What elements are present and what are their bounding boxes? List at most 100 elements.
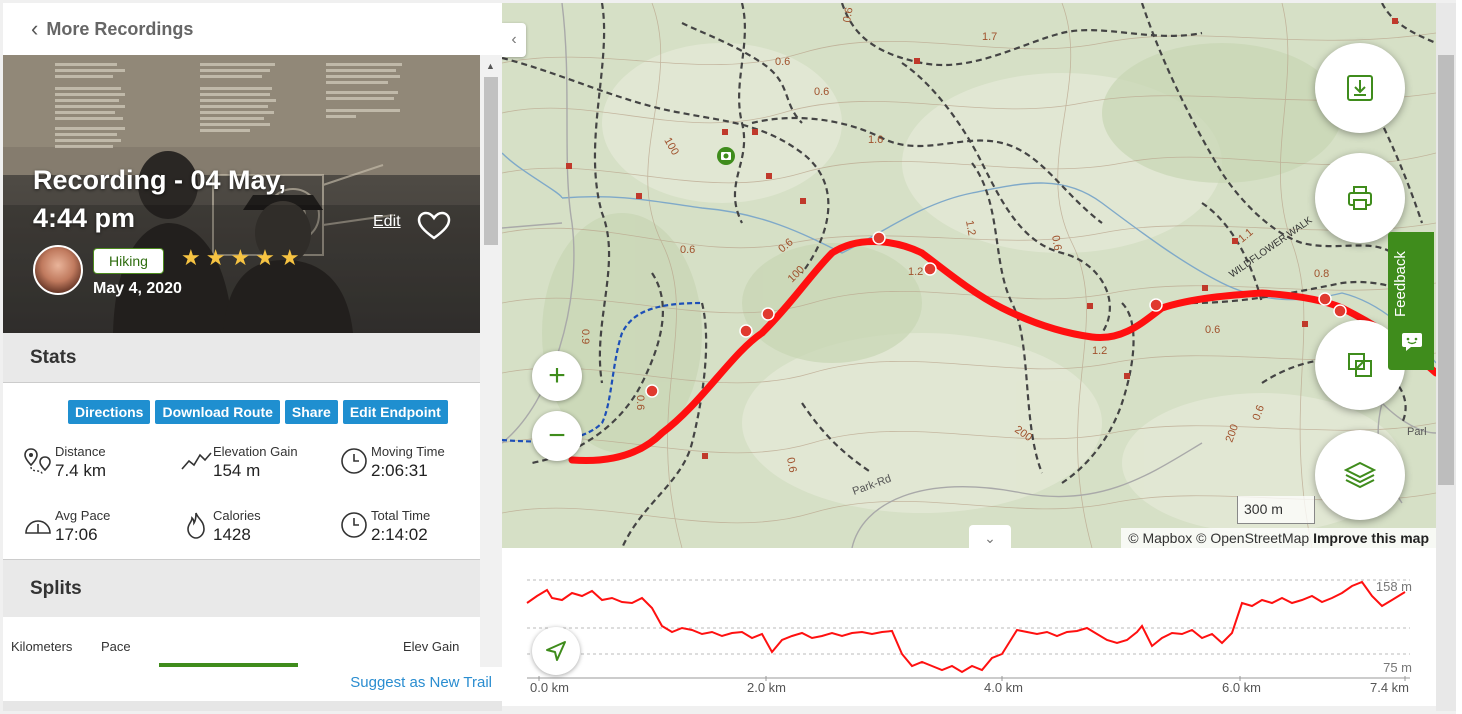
elevation-profile[interactable]: 158 m 75 m 0.0 km 2.0 km 4.0 km 6.0 km 7…: [502, 548, 1436, 706]
stat-value: 7.4 km: [55, 461, 107, 480]
panel-bottom-strip: [3, 701, 502, 711]
distance-tick: 6.0 km: [1222, 680, 1262, 695]
map-label: 0.6: [775, 56, 790, 68]
elevation-icon: [179, 444, 213, 478]
suggest-new-trail-link[interactable]: Suggest as New Trail: [350, 674, 492, 691]
stat-label: Moving Time: [371, 444, 445, 459]
share-button[interactable]: Share: [284, 400, 338, 424]
scrollbar-thumb[interactable]: [484, 77, 498, 245]
smiley-chat-icon: [1402, 333, 1422, 351]
zoom-in-button[interactable]: +: [532, 351, 582, 401]
stat-value: 2:06:31: [371, 461, 428, 480]
splits-columns: Kilometers Pace Elev Gain: [3, 635, 480, 669]
activity-badge: Hiking: [93, 248, 164, 274]
panel-scrollbar[interactable]: ▲: [480, 55, 502, 667]
elevation-max-label: 158 m: [1375, 579, 1412, 594]
map-label: 1.2: [908, 266, 923, 278]
layers-icon: [1344, 461, 1376, 489]
stat-moving-time: Moving Time 2:06:31: [337, 444, 445, 481]
map-label: 0.6: [680, 244, 695, 256]
attribution-text[interactable]: © Mapbox © OpenStreetMap: [1128, 530, 1309, 546]
flame-icon: [179, 508, 213, 542]
printer-icon: [1348, 186, 1372, 210]
column-pace[interactable]: Pace: [101, 639, 131, 654]
map-label: 0.6: [1205, 324, 1220, 336]
stat-value: 154 m: [213, 461, 261, 480]
recording-title: Recording - 04 May, 4:44 pm: [33, 165, 287, 233]
stats-heading: Stats: [3, 333, 480, 383]
map-label: 1.7: [982, 31, 997, 43]
print-map-button[interactable]: [1315, 153, 1405, 243]
elevation-line: [526, 580, 1406, 674]
more-recordings-link[interactable]: More Recordings: [46, 19, 193, 40]
map-label: Parl: [1407, 426, 1427, 438]
navigation-arrow-icon: [546, 641, 566, 661]
elevation-chart[interactable]: [502, 548, 1436, 706]
chevron-left-icon: ‹: [511, 31, 517, 48]
download-route-button[interactable]: Download Route: [155, 400, 280, 424]
collapse-elevation-button[interactable]: ⌄: [969, 525, 1011, 548]
page-scrollbar[interactable]: [1436, 3, 1456, 711]
stat-distance: Distance 7.4 km: [21, 444, 106, 481]
minus-icon: −: [548, 419, 566, 452]
clock-icon: [337, 444, 371, 478]
chevron-down-icon: ⌄: [984, 529, 996, 546]
locate-button[interactable]: [532, 627, 580, 675]
download-map-button[interactable]: [1315, 43, 1405, 133]
heart-icon[interactable]: [417, 211, 451, 241]
recording-hero: Recording - 04 May, 4:44 pm Edit Hiking …: [3, 55, 480, 333]
stat-label: Total Time: [371, 508, 431, 523]
distance-icon: [21, 444, 55, 478]
map-view[interactable]: 0.6 1.7 0.6 0.6 100 1.6 1.2 1.2 0.6 0.6 …: [502, 3, 1436, 548]
map-scale: 300 m: [1237, 496, 1315, 524]
map-label: 0.6: [814, 86, 829, 98]
distance-tick: 4.0 km: [984, 680, 1024, 695]
scroll-up-arrow-icon[interactable]: ▲: [486, 61, 495, 71]
collapse-panel-button[interactable]: ‹: [502, 23, 526, 57]
distance-tick: 2.0 km: [747, 680, 787, 695]
map-label: 0.6: [634, 395, 646, 410]
stat-label: Avg Pace: [55, 508, 111, 523]
edit-endpoint-button[interactable]: Edit Endpoint: [342, 400, 448, 424]
directions-button[interactable]: Directions: [68, 400, 151, 424]
recording-panel: ‹ More Recordings Recording - 04 May, 4:…: [3, 3, 502, 711]
overlay-squares-icon: [1348, 353, 1372, 377]
plus-icon: +: [548, 359, 566, 392]
elevation-min-label: 75 m: [1383, 660, 1412, 675]
improve-map-link[interactable]: Improve this map: [1313, 530, 1429, 546]
suggest-row: Suggest as New Trail: [3, 667, 502, 701]
action-buttons: Directions Download Route Share Edit End…: [68, 400, 448, 424]
scrollbar-thumb[interactable]: [1438, 55, 1454, 485]
stat-calories: Calories 1428: [179, 508, 261, 545]
splits-heading: Splits: [3, 559, 480, 617]
distance-tick: 0.0 km: [530, 680, 570, 695]
map-label: 0.8: [1314, 268, 1329, 280]
column-kilometers[interactable]: Kilometers: [11, 639, 72, 654]
zoom-out-button[interactable]: −: [532, 411, 582, 461]
pace-gauge-icon: [21, 508, 55, 542]
map-label: 1.6: [868, 134, 883, 146]
stat-value: 2:14:02: [371, 525, 428, 544]
app-root: ‹ More Recordings Recording - 04 May, 4:…: [0, 0, 1462, 714]
feedback-label: Feedback: [1392, 251, 1409, 317]
chevron-left-icon[interactable]: ‹: [31, 18, 38, 40]
top-bar: ‹ More Recordings: [3, 3, 502, 55]
feedback-tab[interactable]: Feedback: [1388, 232, 1434, 370]
clock-icon: [337, 508, 371, 542]
recording-date: May 4, 2020: [93, 280, 182, 297]
avatar[interactable]: [33, 245, 83, 295]
stat-value: 17:06: [55, 525, 98, 544]
map-attribution: © Mapbox © OpenStreetMap Improve this ma…: [1121, 528, 1436, 548]
rating-stars: ★★★★★: [181, 245, 305, 270]
stat-avg-pace: Avg Pace 17:06: [21, 508, 110, 545]
topo-map[interactable]: 0.6 1.7 0.6 0.6 100 1.6 1.2 1.2 0.6 0.6 …: [502, 3, 1436, 548]
edit-link[interactable]: Edit: [373, 213, 401, 231]
stat-value: 1428: [213, 525, 251, 544]
map-layers-button[interactable]: [1315, 430, 1405, 520]
distance-tick: 7.4 km: [1370, 680, 1410, 695]
column-elev-gain[interactable]: Elev Gain: [403, 639, 459, 654]
download-icon: [1347, 75, 1373, 101]
window-edge: [1456, 0, 1462, 714]
stat-label: Distance: [55, 444, 106, 459]
map-label: 0.9: [579, 329, 591, 344]
